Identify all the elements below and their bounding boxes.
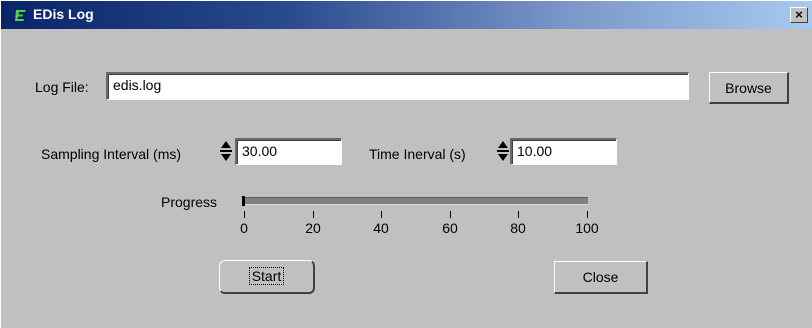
spinner-down-icon[interactable] [221, 154, 231, 161]
spinner-up-icon[interactable] [221, 141, 231, 148]
progress-scale-label: 60 [442, 220, 458, 236]
progress-scale-label: 80 [510, 220, 526, 236]
window-close-button[interactable]: × [790, 7, 808, 23]
progress-scale-label: 0 [240, 220, 248, 236]
edis-log-dialog: EDis Log × Log File: edis.log Browse Sam… [0, 0, 812, 328]
time-interval-label: Time Inerval (s) [369, 146, 466, 162]
time-interval-spinner[interactable] [497, 138, 509, 164]
browse-button[interactable]: Browse [709, 72, 789, 104]
edis-app-icon [13, 8, 28, 23]
progress-bar-start-marker [242, 196, 245, 206]
start-button[interactable]: Start [219, 260, 315, 294]
progress-scale-tick [587, 211, 588, 218]
progress-bar [242, 197, 588, 205]
sampling-interval-input[interactable]: 30.00 [235, 138, 342, 165]
progress-label: Progress [161, 194, 218, 210]
progress-scale-tick [244, 211, 245, 218]
progress-scale-label: 100 [575, 220, 599, 236]
sampling-interval-label: Sampling Interval (ms) [41, 146, 182, 162]
window-title: EDis Log [33, 6, 94, 22]
progress-scale-tick [381, 211, 382, 218]
progress-scale-tick [313, 211, 314, 218]
progress-scale-label: 20 [305, 220, 321, 236]
log-file-input[interactable]: edis.log [106, 72, 689, 100]
log-file-label: Log File: [35, 79, 89, 95]
close-button[interactable]: Close [554, 261, 648, 294]
title-bar[interactable]: EDis Log × [1, 1, 812, 29]
close-icon: × [795, 7, 803, 22]
spinner-up-icon[interactable] [498, 141, 508, 148]
start-button-label: Start [248, 267, 285, 285]
progress-scale-label: 40 [373, 220, 389, 236]
sampling-interval-spinner[interactable] [220, 138, 232, 164]
progress-scale-tick [450, 211, 451, 218]
time-interval-input[interactable]: 10.00 [510, 138, 617, 165]
spinner-down-icon[interactable] [498, 154, 508, 161]
progress-scale-tick [518, 211, 519, 218]
